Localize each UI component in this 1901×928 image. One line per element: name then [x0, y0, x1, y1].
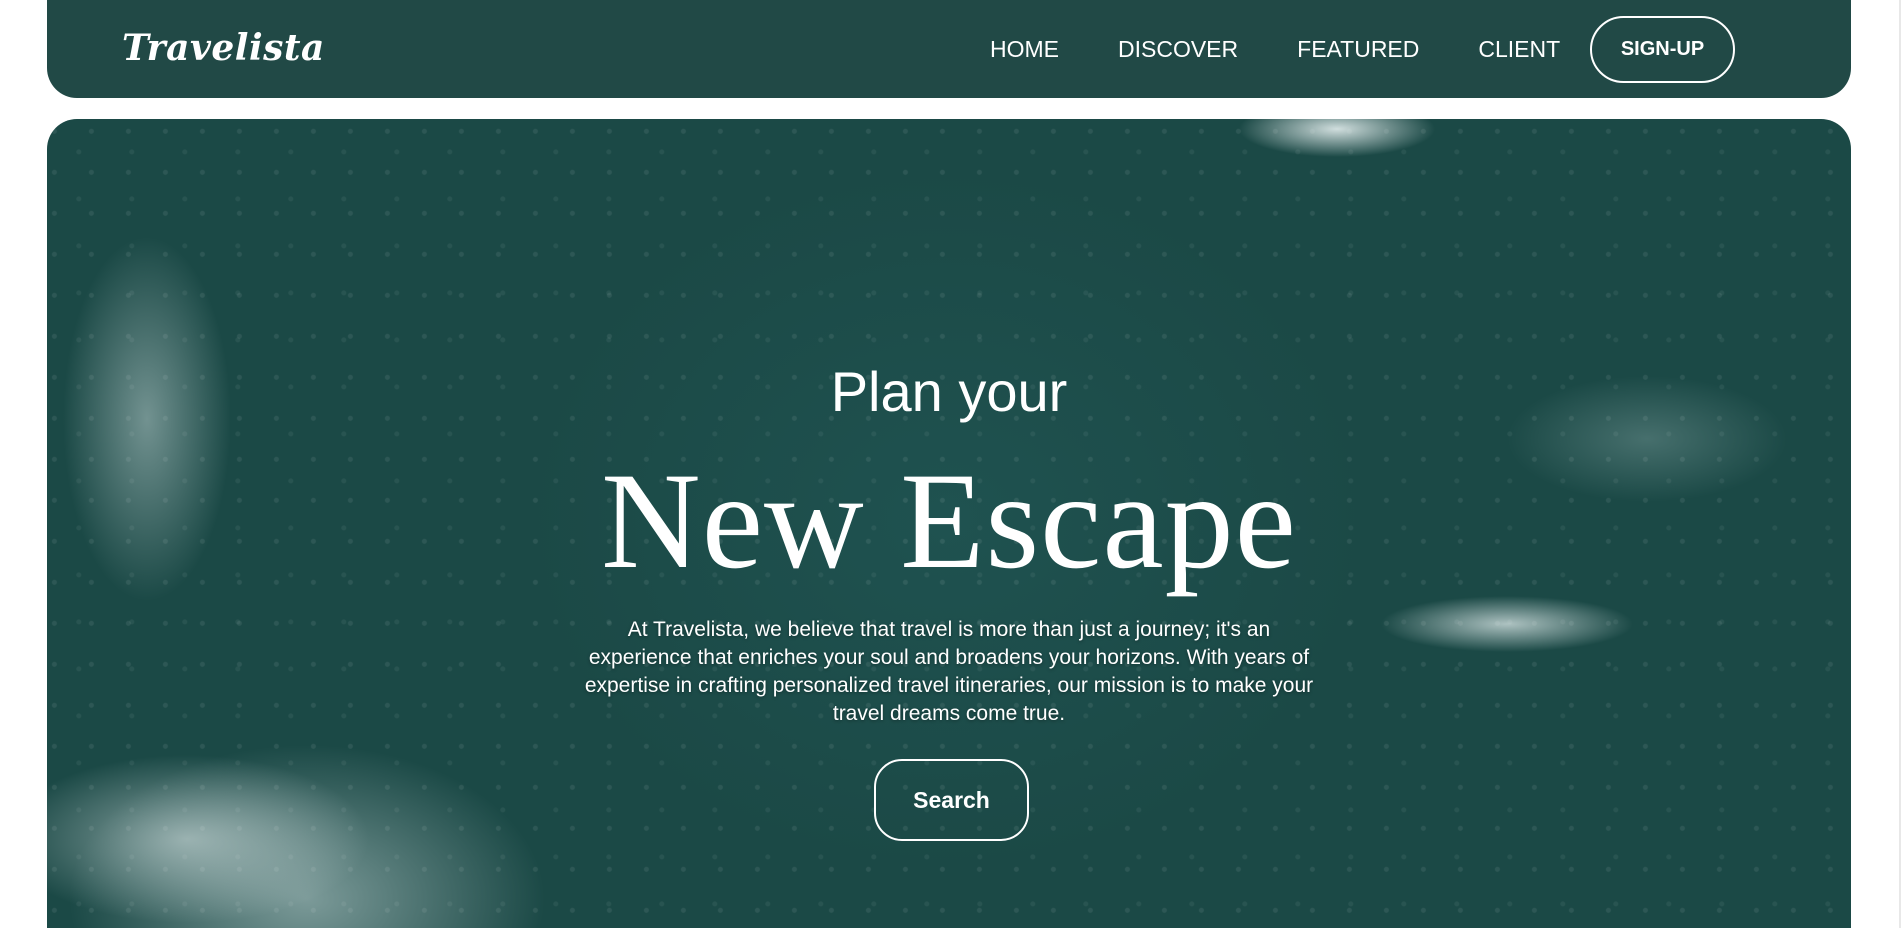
hero-content: Plan your New Escape At Travelista, we b… — [47, 119, 1851, 928]
main-nav: HOME DISCOVER FEATURED CLIENT — [990, 34, 1560, 64]
nav-link-home[interactable]: HOME — [990, 34, 1059, 64]
hero-description: At Travelista, we believe that travel is… — [584, 618, 1314, 725]
top-navbar: Travelista HOME DISCOVER FEATURED CLIENT… — [47, 0, 1851, 98]
nav-link-client[interactable]: CLIENT — [1478, 34, 1560, 64]
signup-button[interactable]: SIGN-UP — [1590, 16, 1735, 83]
nav-link-featured[interactable]: FEATURED — [1297, 34, 1419, 64]
hero-subtitle: Plan your — [830, 360, 1068, 423]
hero-title: New Escape — [601, 444, 1297, 597]
search-button[interactable]: Search — [874, 759, 1029, 841]
hero-section: Plan your New Escape At Travelista, we b… — [47, 119, 1851, 928]
nav-link-discover[interactable]: DISCOVER — [1118, 34, 1238, 64]
brand-logo[interactable]: Travelista — [122, 26, 325, 70]
